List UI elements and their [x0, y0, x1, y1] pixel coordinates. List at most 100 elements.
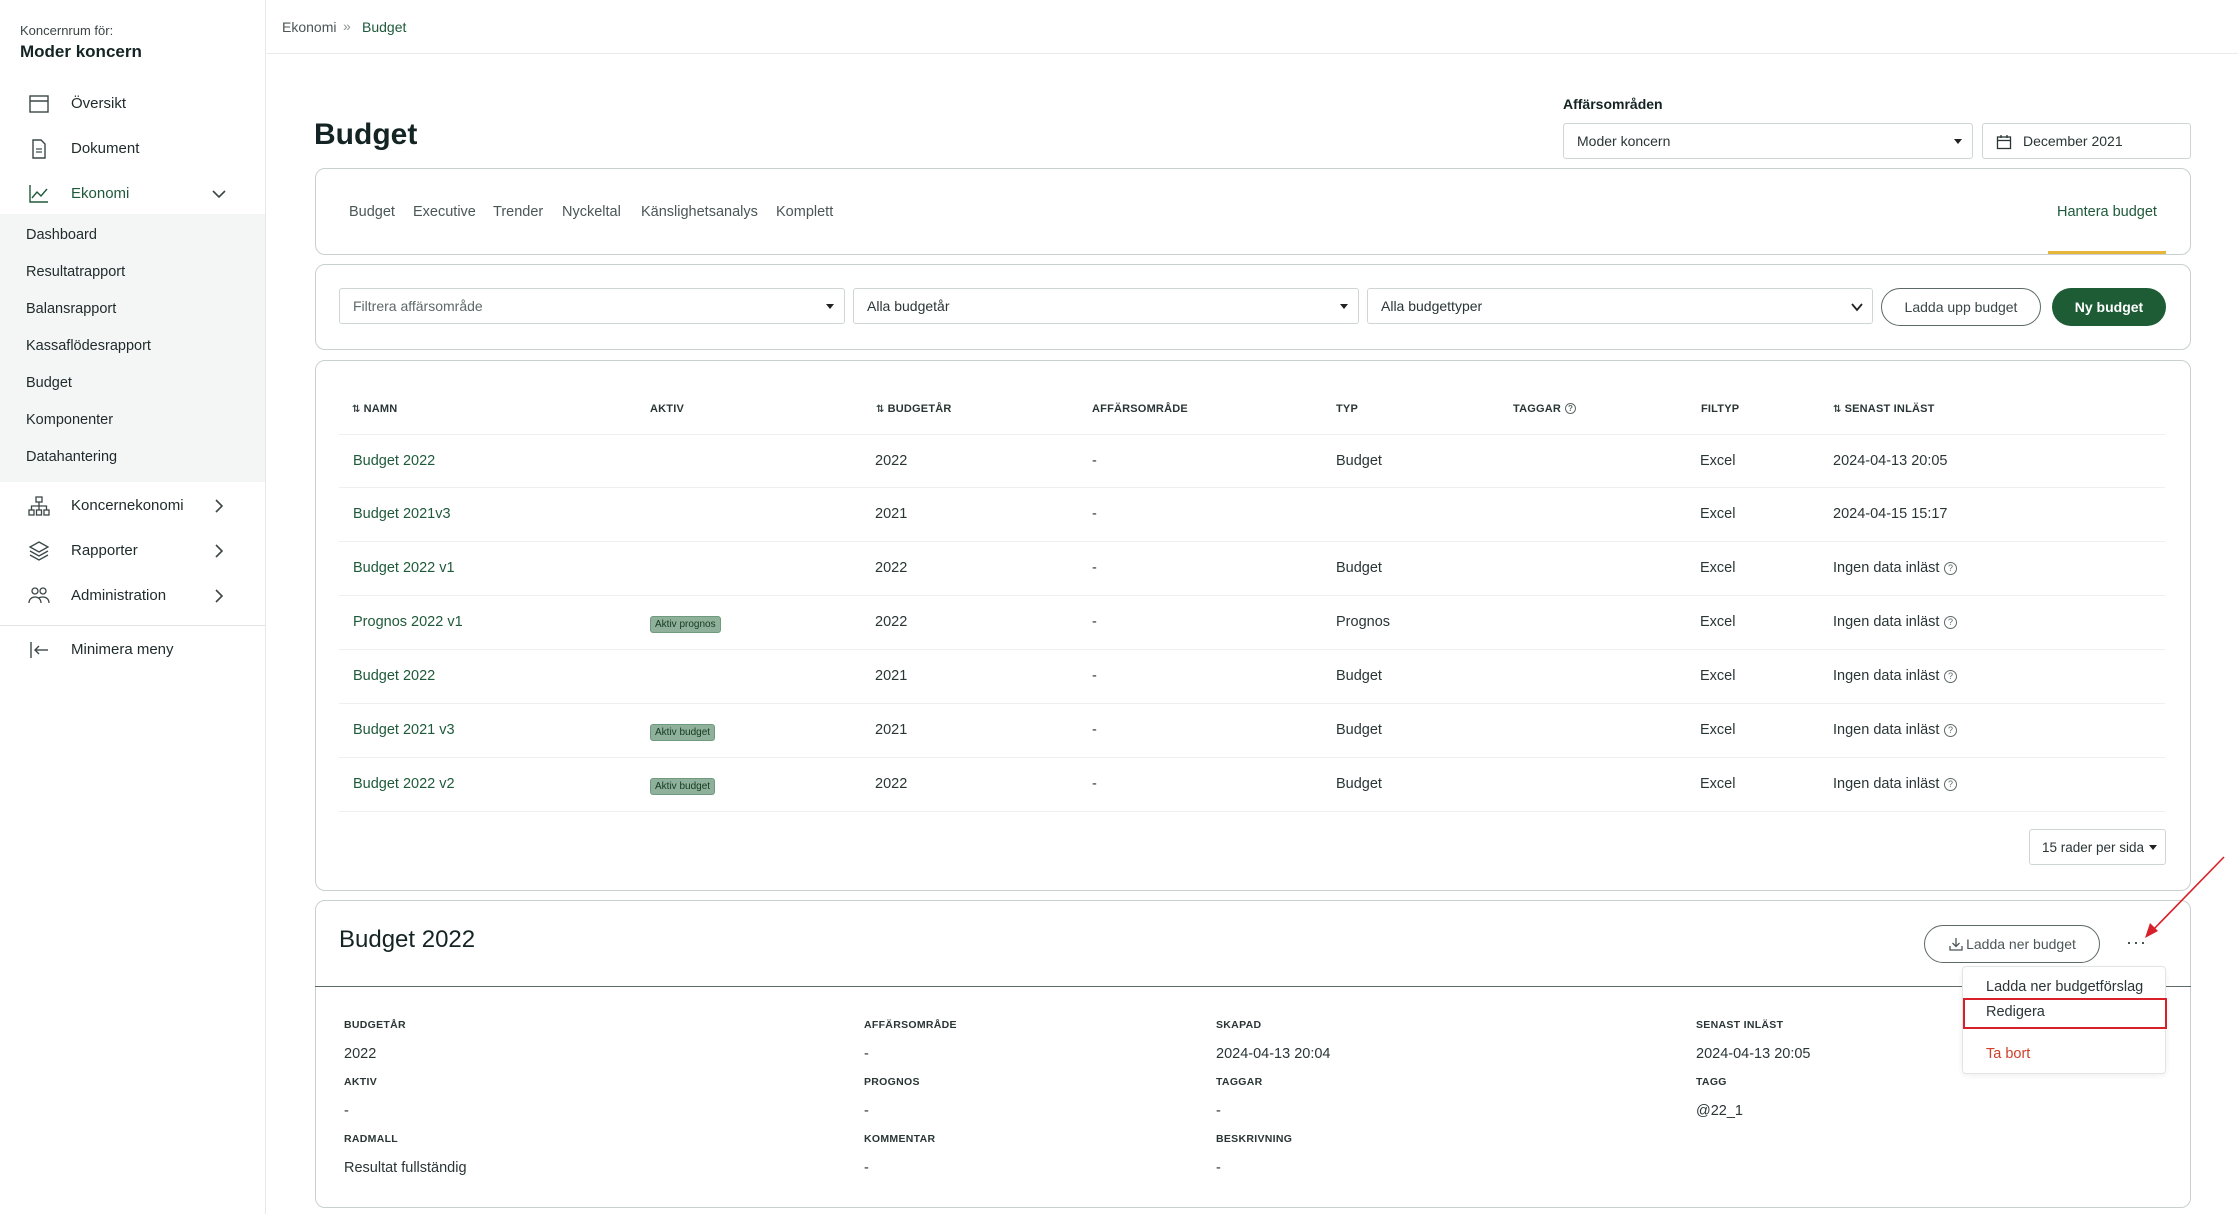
sidebar-item-ekonomi[interactable]: Ekonomi	[0, 171, 266, 216]
cell-loaded: Ingen data inläst	[1833, 668, 1940, 684]
annotation-arrow-icon	[2145, 856, 2225, 938]
area-filter-select[interactable]: Filtrera affärsområde	[339, 288, 845, 324]
tab-hantera-budget[interactable]: Hantera budget	[2057, 204, 2157, 220]
table-row[interactable]: Prognos 2022 v1 Aktiv prognos 2022 - Prognos…	[339, 596, 2165, 650]
tab-trender[interactable]: Trender	[493, 204, 543, 220]
sidebar-item-label: Administration	[71, 587, 167, 604]
cell-area: -	[1092, 506, 1097, 522]
new-budget-button[interactable]: Ny budget	[2052, 288, 2166, 326]
sort-icon: ⇅	[1833, 404, 1842, 415]
cell-area: -	[1092, 722, 1097, 738]
date-picker[interactable]: December 2021	[1982, 123, 2191, 159]
cell-type: Budget	[1336, 453, 1382, 469]
sidebar-item-oversikt[interactable]: Översikt	[0, 81, 266, 126]
budget-type-select[interactable]: Alla budgettyper	[1367, 288, 1873, 324]
status-badge: Aktiv budget	[650, 778, 716, 795]
breadcrumb-budget[interactable]: Budget	[362, 19, 406, 35]
cell-loaded: 2024-04-15 15:17	[1833, 506, 1948, 522]
cell-filetype: Excel	[1700, 506, 1736, 522]
detail-divider	[315, 986, 2191, 987]
field-value-kommentar: -	[864, 1160, 869, 1176]
budget-type-value: Alla budgettyper	[1381, 298, 1483, 314]
sidebar-sub-kassaflodesrapport[interactable]: Kassaflödesrapport	[26, 338, 151, 354]
breadcrumb-separator: »	[343, 18, 351, 34]
download-budget-button[interactable]: Ladda ner budget	[1924, 925, 2100, 963]
breadcrumb-ekonomi[interactable]: Ekonomi	[282, 19, 336, 35]
field-label-taggar: TAGGAR	[1216, 1076, 1263, 1088]
help-icon[interactable]: ?	[1944, 724, 1957, 737]
active-tab-indicator	[2048, 251, 2166, 254]
budget-year-select[interactable]: Alla budgetår	[853, 288, 1359, 324]
col-header-filetype: FILTYP	[1701, 403, 1740, 415]
sidebar-sub-dashboard[interactable]: Dashboard	[26, 227, 97, 243]
help-icon[interactable]: ?	[1944, 562, 1957, 575]
cell-type: Budget	[1336, 668, 1382, 684]
sidebar-sub-datahantering[interactable]: Datahantering	[26, 449, 117, 465]
help-icon[interactable]: ?	[1944, 670, 1957, 683]
sort-icon: ⇅	[876, 404, 885, 415]
sidebar-sub-balansrapport[interactable]: Balansrapport	[26, 301, 116, 317]
menu-item-delete[interactable]: Ta bort	[1986, 1046, 2030, 1062]
cell-filetype: Excel	[1700, 668, 1736, 684]
cell-type: Prognos	[1336, 614, 1391, 630]
col-header-loaded[interactable]: ⇅ SENAST INLÄST	[1833, 403, 1935, 415]
upload-budget-button[interactable]: Ladda upp budget	[1881, 288, 2041, 326]
affarsomrade-select[interactable]: Moder koncern	[1563, 123, 1973, 159]
field-label-prognos: PROGNOS	[864, 1076, 920, 1088]
chart-line-icon	[29, 185, 48, 203]
minimize-menu-button[interactable]: Minimera meny	[0, 627, 266, 672]
sidebar-item-koncernekonomi[interactable]: Koncernekonomi	[0, 483, 266, 528]
tab-executive[interactable]: Executive	[413, 204, 476, 220]
tab-kanslighetsanalys[interactable]: Känslighetsanalys	[641, 204, 758, 220]
sidebar-item-dokument[interactable]: Dokument	[0, 126, 266, 171]
table-row[interactable]: Budget 2022 v2 Aktiv budget 2022 - Budget Exc…	[339, 758, 2165, 812]
field-value-beskrivning: -	[1216, 1160, 1221, 1176]
budget-name-link[interactable]: Budget 2021 v3	[353, 722, 455, 738]
budget-name-link[interactable]: Budget 2022	[353, 453, 435, 469]
table-row[interactable]: Budget 2021 v3 Aktiv budget 2021 - Budget Exc…	[339, 704, 2165, 758]
table-row[interactable]: Budget 2021v3 2021 - Excel 2024-04-15 15:17	[339, 488, 2165, 542]
table-row[interactable]: Budget 2022 2022 - Budget Excel 2024-04-13 20…	[339, 434, 2165, 488]
chevron-right-icon	[215, 589, 224, 603]
budget-name-link[interactable]: Budget 2022 v1	[353, 560, 455, 576]
sidebar-item-administration[interactable]: Administration	[0, 573, 266, 618]
sidebar-sub-resultatrapport[interactable]: Resultatrapport	[26, 264, 125, 280]
sidebar-item-rapporter[interactable]: Rapporter	[0, 528, 266, 573]
caret-down-icon	[2149, 845, 2157, 850]
cell-type: Budget	[1336, 560, 1382, 576]
budget-name-link[interactable]: Budget 2021v3	[353, 506, 451, 522]
tab-komplett[interactable]: Komplett	[776, 204, 833, 220]
cell-area: -	[1092, 560, 1097, 576]
annotation-highlight	[1963, 998, 2167, 1029]
table-row[interactable]: Budget 2022 2021 - Budget Excel Ingen data in…	[339, 650, 2165, 704]
tab-nyckeltal[interactable]: Nyckeltal	[562, 204, 621, 220]
help-icon[interactable]: ?	[1565, 403, 1577, 414]
help-icon[interactable]: ?	[1944, 778, 1957, 791]
cell-area: -	[1092, 453, 1097, 469]
table-row[interactable]: Budget 2022 v1 2022 - Budget Excel Ingen data…	[339, 542, 2165, 596]
sidebar-item-label: Minimera meny	[71, 641, 174, 658]
field-value-prognos: -	[864, 1103, 869, 1119]
sidebar-sub-budget[interactable]: Budget	[26, 375, 72, 391]
col-header-area: AFFÄRSOMRÅDE	[1092, 403, 1188, 415]
field-value-tagg: @22_1	[1696, 1103, 1743, 1119]
cell-area: -	[1092, 614, 1097, 630]
help-icon[interactable]: ?	[1944, 616, 1957, 629]
field-label-kommentar: KOMMENTAR	[864, 1133, 936, 1145]
cell-filetype: Excel	[1700, 776, 1736, 792]
budget-name-link[interactable]: Prognos 2022 v1	[353, 614, 463, 630]
cell-filetype: Excel	[1700, 722, 1736, 738]
field-label-budgetar: BUDGETÅR	[344, 1019, 406, 1031]
col-header-name[interactable]: ⇅ NAMN	[352, 403, 397, 415]
sidebar-sub-komponenter[interactable]: Komponenter	[26, 412, 113, 428]
field-label-skapad: SKAPAD	[1216, 1019, 1262, 1031]
cell-year: 2022	[875, 614, 908, 630]
budget-name-link[interactable]: Budget 2022	[353, 668, 435, 684]
field-value-senast-inlast: 2024-04-13 20:05	[1696, 1046, 1811, 1062]
download-budget-label: Ladda ner budget	[1966, 936, 2076, 952]
col-header-year[interactable]: ⇅ BUDGETÅR	[876, 403, 952, 415]
tab-budget[interactable]: Budget	[349, 204, 395, 220]
menu-item-download-proposal[interactable]: Ladda ner budgetförslag	[1986, 979, 2143, 995]
field-label-affarsomrade: AFFÄRSOMRÅDE	[864, 1019, 957, 1031]
budget-name-link[interactable]: Budget 2022 v2	[353, 776, 455, 792]
